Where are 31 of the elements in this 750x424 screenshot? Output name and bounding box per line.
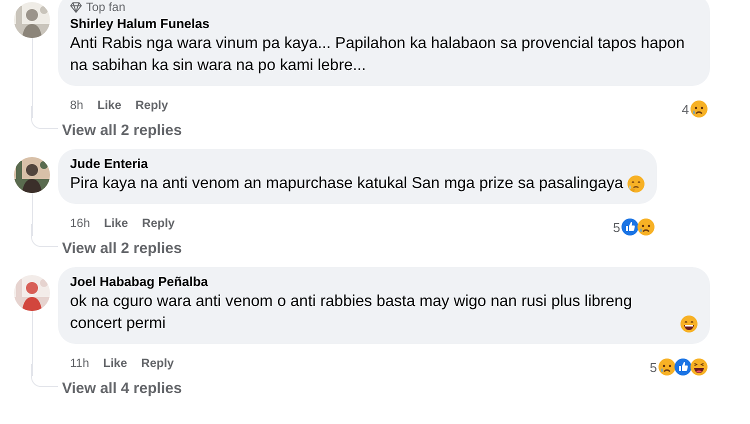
- grinning-face-icon: [680, 315, 698, 333]
- reaction-count[interactable]: 4: [682, 102, 689, 116]
- comment-text: Pira kaya na anti venom an mapurchase katukal San mga prize sa pasalingaya: [70, 174, 624, 194]
- badge-label: Top fan: [86, 0, 126, 14]
- reply-link[interactable]: Reply: [141, 356, 174, 370]
- sad-face-icon: [637, 218, 656, 236]
- thumbs-up-icon: [621, 218, 640, 236]
- commenter-name[interactable]: Jude Enteria: [70, 155, 646, 173]
- reply-link[interactable]: Reply: [142, 216, 175, 230]
- commenter-name[interactable]: Shirley Halum Funelas: [70, 15, 698, 33]
- reaction-count[interactable]: 5: [650, 360, 657, 374]
- sad-face-icon: [658, 358, 676, 376]
- timestamp: 8h: [70, 98, 84, 112]
- commenter-name[interactable]: Joel Hababag Peñalba: [70, 273, 698, 291]
- laughing-face-icon: [690, 358, 708, 376]
- view-replies-link[interactable]: View all 2 replies: [58, 240, 182, 257]
- like-link[interactable]: Like: [97, 98, 122, 112]
- like-link[interactable]: Like: [104, 216, 128, 230]
- like-link[interactable]: Like: [103, 356, 128, 370]
- timestamp: 16h: [70, 216, 90, 230]
- sad-face-icon: [690, 100, 708, 118]
- view-replies-link[interactable]: View all 2 replies: [58, 122, 182, 139]
- comment-text: Anti Rabis nga wara vinum pa kaya... Papilahon ka halabaon sa provencial tapos hapon na sabihan ka sin wara na po kami lebre...: [70, 34, 686, 76]
- reaction-count[interactable]: 5: [612, 220, 620, 234]
- thumbs-up-icon: [674, 358, 692, 376]
- timestamp: 11h: [70, 356, 90, 370]
- tearful-face-icon: [627, 175, 646, 193]
- reply-link[interactable]: Reply: [135, 98, 168, 112]
- diamond-icon: [70, 2, 82, 12]
- view-replies-link[interactable]: View all 4 replies: [58, 380, 182, 397]
- comment-text: ok na cguro wara anti venom o anti rabbies basta may wigo nan rusi plus libreng concert permi: [70, 292, 633, 334]
